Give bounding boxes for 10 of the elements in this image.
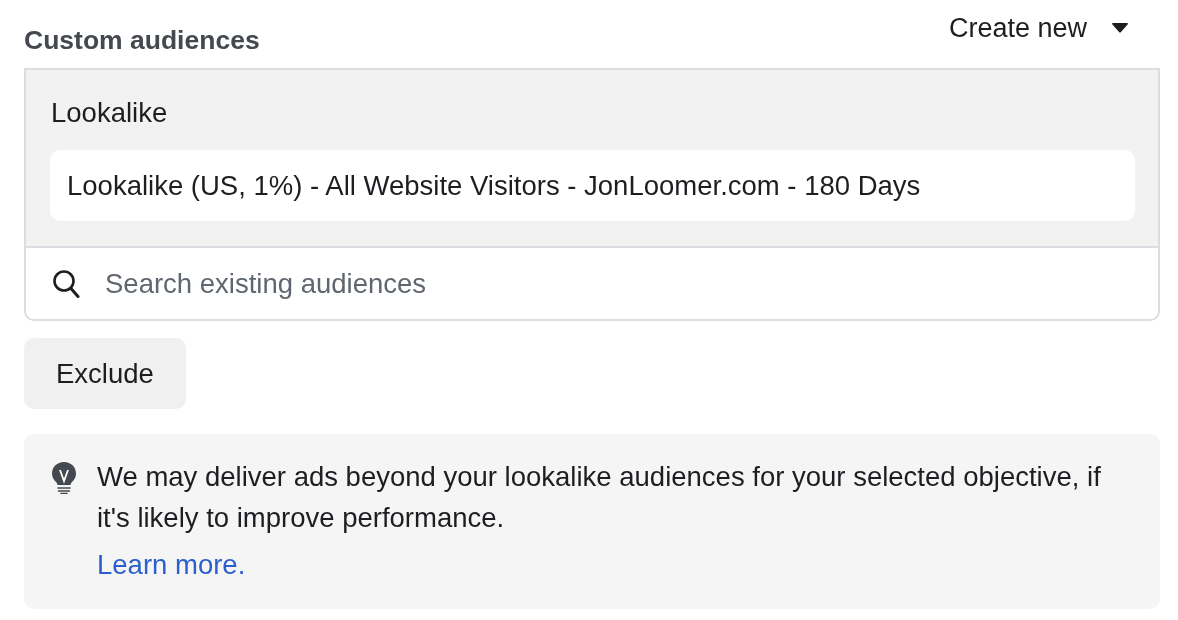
caret-icon <box>1112 23 1128 33</box>
audience-chip[interactable]: Lookalike (US, 1%) - All Website Visitors - JonLoomer.com - 180 Days <box>50 150 1135 221</box>
section-title: Custom audiences <box>24 24 260 56</box>
notice-text: We may deliver ads beyond your lookalike audiences for your selected objective, if it's likely to improve performance. <box>97 460 1102 535</box>
group-label: Lookalike <box>51 97 168 129</box>
learn-more-link[interactable]: Learn more. <box>97 549 246 581</box>
lightbulb-icon <box>52 462 76 494</box>
create-new-dropdown[interactable]: Create new <box>948 12 1160 44</box>
exclude-button[interactable]: Exclude <box>24 338 186 409</box>
search-icon <box>52 268 80 299</box>
